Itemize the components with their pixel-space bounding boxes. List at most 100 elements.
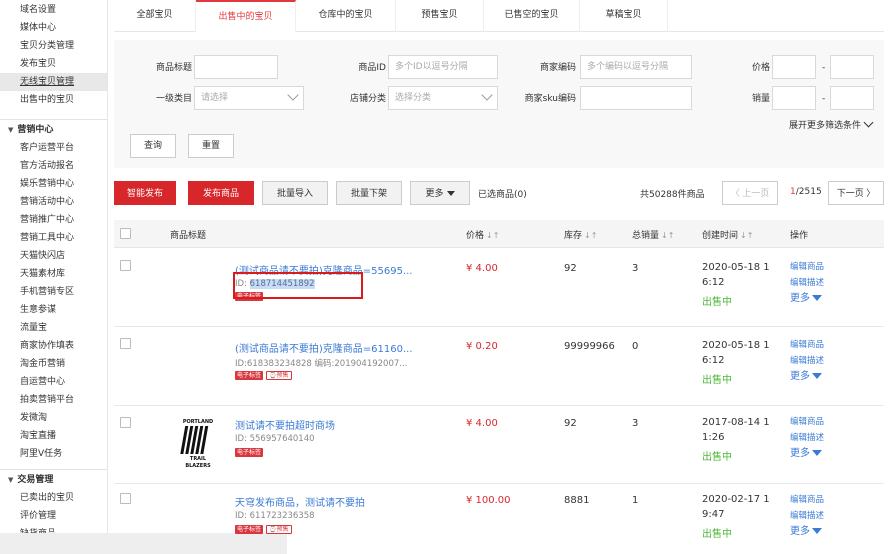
sidebar-section-label: 交易管理 xyxy=(17,475,54,485)
chevron-down-icon xyxy=(287,89,299,101)
sidebar-section-trade[interactable]: ▼ 交易管理 xyxy=(0,469,107,489)
sidebar-item-marketing[interactable]: 淘宝直播 xyxy=(0,427,107,445)
sidebar-item-on-sale[interactable]: 出售中的宝贝 xyxy=(0,91,107,109)
status-badge: 出售中 xyxy=(702,529,732,540)
price-max-input[interactable] xyxy=(830,55,874,79)
item-title-link[interactable]: (测试商品请不要拍)克隆商品=61160... xyxy=(235,340,413,355)
sales-max-input[interactable] xyxy=(830,86,874,110)
edit-item-link[interactable]: 编辑商品 xyxy=(790,492,824,508)
sidebar-item-marketing[interactable]: 商家协作填表 xyxy=(0,337,107,355)
sidebar-section-label: 营销中心 xyxy=(17,125,54,135)
tab-sold-out[interactable]: 已售空的宝贝 xyxy=(484,0,580,32)
tab-warehouse[interactable]: 仓库中的宝贝 xyxy=(296,0,396,32)
item-price: ¥ 4.00 xyxy=(466,418,498,429)
expand-filters-label: 展开更多筛选条件 xyxy=(788,121,861,131)
col-ops: 操作 xyxy=(790,231,809,241)
title-filter-label: 商品标题 xyxy=(155,63,192,73)
sidebar-item-marketing[interactable]: 拍卖营销平台 xyxy=(0,391,107,409)
sku-filter-label: 商家sku编码 xyxy=(524,94,576,104)
tab-all-items[interactable]: 全部宝贝 xyxy=(114,0,196,32)
more-actions-button[interactable]: 更多 xyxy=(410,181,470,205)
sidebar-item-marketing[interactable]: 营销工具中心 xyxy=(0,229,107,247)
tab-presale[interactable]: 预售宝贝 xyxy=(396,0,484,32)
sidebar-item-trade[interactable]: 已卖出的宝贝 xyxy=(0,489,107,507)
shop-category-placeholder: 选择分类 xyxy=(395,93,432,103)
sidebar-item-marketing[interactable]: 阿里V任务 xyxy=(0,445,107,463)
sidebar-item-marketing[interactable]: 自运营中心 xyxy=(0,373,107,391)
category-select[interactable]: 请选择 xyxy=(194,86,304,110)
code-filter-input[interactable]: 多个编码以逗号分隔 xyxy=(580,55,692,79)
sales-min-input[interactable] xyxy=(772,86,816,110)
sidebar-item-wireless-manage[interactable]: 无线宝贝管理 xyxy=(0,73,107,91)
item-title-link[interactable]: 测试请不要拍超时商场 xyxy=(235,417,335,432)
sidebar-item-marketing[interactable]: 娱乐营销中心 xyxy=(0,175,107,193)
row-checkbox[interactable] xyxy=(120,417,131,428)
col-stock[interactable]: 库存 ↓↑ xyxy=(564,228,597,241)
more-ops-link[interactable]: 更多 xyxy=(790,446,822,462)
sidebar-item-marketing[interactable]: 手机营销专区 xyxy=(0,283,107,301)
select-all-checkbox[interactable] xyxy=(120,228,131,239)
sidebar-item-marketing[interactable]: 营销推广中心 xyxy=(0,211,107,229)
sidebar-item-publish-item[interactable]: 发布宝贝 xyxy=(0,55,107,73)
range-dash: - xyxy=(822,94,826,104)
sidebar-item-domain-settings[interactable]: 域名设置 xyxy=(0,1,107,19)
batch-delist-button[interactable]: 批量下架 xyxy=(336,181,402,205)
more-ops-link[interactable]: 更多 xyxy=(790,524,822,540)
sidebar-item-trade[interactable]: 评价管理 xyxy=(0,507,107,525)
next-page-button[interactable]: 下一页 〉 xyxy=(828,181,884,205)
sidebar-item-marketing[interactable]: 天猫素材库 xyxy=(0,265,107,283)
tab-on-sale[interactable]: 出售中的宝贝 xyxy=(196,0,296,32)
sidebar-item-media-center[interactable]: 媒体中心 xyxy=(0,19,107,37)
product-thumbnail[interactable]: PORTLAND TRAIL BLAZERS xyxy=(180,416,216,470)
sidebar-item-marketing[interactable]: 营销活动中心 xyxy=(0,193,107,211)
sidebar-item-marketing[interactable]: 生意参谋 xyxy=(0,301,107,319)
query-button[interactable]: 查询 xyxy=(130,134,177,158)
sidebar-item-marketing[interactable]: 发微淘 xyxy=(0,409,107,427)
edit-desc-link[interactable]: 编辑描述 xyxy=(790,508,824,524)
col-sales[interactable]: 总销量 ↓↑ xyxy=(632,228,674,241)
sidebar-section-marketing[interactable]: ▼ 营销中心 xyxy=(0,119,107,139)
edit-item-link[interactable]: 编辑商品 xyxy=(790,337,824,353)
sidebar-item-category-manage[interactable]: 宝贝分类管理 xyxy=(0,37,107,55)
shop-category-select[interactable]: 选择分类 xyxy=(388,86,498,110)
sort-icon: ↓↑ xyxy=(486,231,500,240)
expand-filters-link[interactable]: 展开更多筛选条件 xyxy=(788,117,874,131)
sidebar-item-marketing[interactable]: 客户运营平台 xyxy=(0,139,107,157)
edit-desc-link[interactable]: 编辑描述 xyxy=(790,275,824,291)
edit-item-link[interactable]: 编辑商品 xyxy=(790,259,824,275)
item-title-link[interactable]: 天穹发布商品，测试请不要拍 xyxy=(235,494,365,509)
sku-filter-input[interactable] xyxy=(580,86,692,110)
sidebar-item-marketing[interactable]: 天猫快闪店 xyxy=(0,247,107,265)
price-min-input[interactable] xyxy=(772,55,816,79)
sidebar-item-marketing[interactable]: 官方活动报名 xyxy=(0,157,107,175)
status-badge: 出售中 xyxy=(702,297,732,308)
id-filter-input[interactable]: 多个ID以逗号分隔 xyxy=(388,55,498,79)
item-sub-info: ID:618383234828 编码:201904192007... xyxy=(235,359,408,369)
smart-publish-button[interactable]: 智能发布 xyxy=(114,181,176,205)
prev-page-button[interactable]: 〈 上一页 xyxy=(722,181,778,205)
title-filter-input[interactable] xyxy=(194,55,278,79)
row-checkbox[interactable] xyxy=(120,493,131,504)
more-ops-link[interactable]: 更多 xyxy=(790,369,822,385)
presale-tag: ⌚预售 xyxy=(266,371,292,380)
item-price: ¥ 100.00 xyxy=(466,495,511,506)
row-checkbox[interactable] xyxy=(120,338,131,349)
sidebar-item-marketing[interactable]: 淘金币营销 xyxy=(0,355,107,373)
tag-badge: 电子标签 xyxy=(235,525,264,534)
reset-button[interactable]: 重置 xyxy=(188,134,235,158)
sidebar-item-marketing[interactable]: 流量宝 xyxy=(0,319,107,337)
edit-desc-link[interactable]: 编辑描述 xyxy=(790,353,824,369)
batch-import-button[interactable]: 批量导入 xyxy=(262,181,328,205)
more-ops-link[interactable]: 更多 xyxy=(790,291,822,307)
publish-item-button[interactable]: 发布商品 xyxy=(188,181,254,205)
col-created[interactable]: 创建时间 ↓↑ xyxy=(702,228,753,241)
tag-badge: 电子标签 xyxy=(235,371,264,380)
edit-desc-link[interactable]: 编辑描述 xyxy=(790,430,824,446)
col-price[interactable]: 价格 ↓↑ xyxy=(466,228,499,241)
table-row: 天穹发布商品，测试请不要拍 ID: 611723236358 电子标签 ⌚预售 ¥… xyxy=(114,484,884,554)
row-checkbox[interactable] xyxy=(120,260,131,271)
tab-drafts[interactable]: 草稿宝贝 xyxy=(580,0,668,32)
chevron-down-icon xyxy=(481,89,493,101)
range-dash: - xyxy=(822,63,826,73)
edit-item-link[interactable]: 编辑商品 xyxy=(790,414,824,430)
